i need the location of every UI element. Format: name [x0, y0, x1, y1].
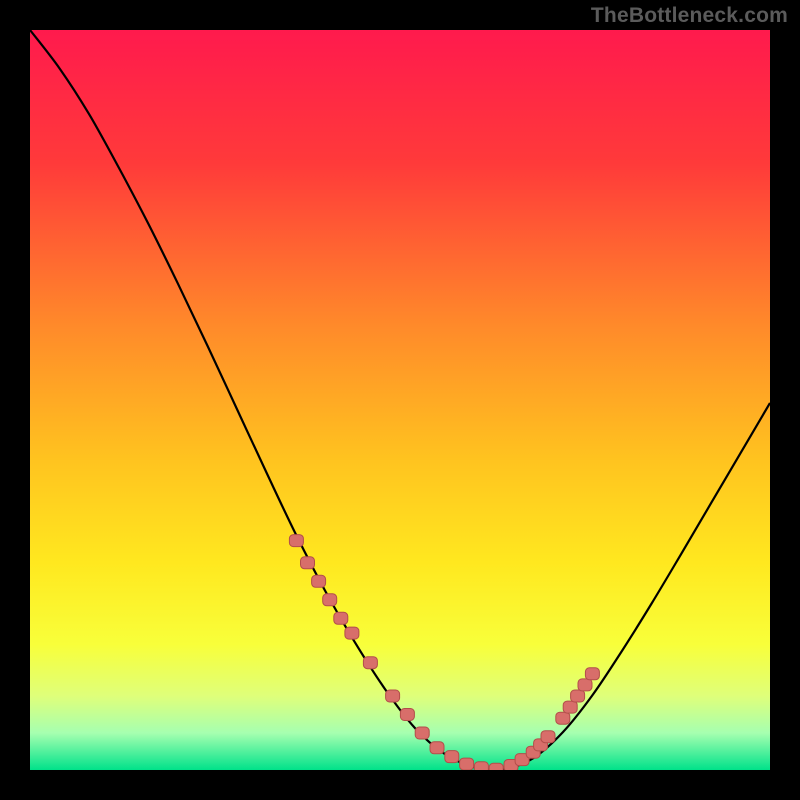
outer-frame: TheBottleneck.com [0, 0, 800, 800]
attribution-text: TheBottleneck.com [591, 4, 788, 28]
curve-marker [578, 679, 592, 691]
curve-marker [386, 690, 400, 702]
curve-marker [445, 751, 459, 763]
curve-marker [571, 690, 585, 702]
curve-marker [345, 627, 359, 639]
curve-marker [400, 709, 414, 721]
curve-marker [289, 535, 303, 547]
curve-marker [556, 712, 570, 724]
curve-marker [323, 594, 337, 606]
curve-marker [312, 575, 326, 587]
curve-marker [415, 727, 429, 739]
curve-marker [585, 668, 599, 680]
curve-marker [541, 731, 555, 743]
curve-marker [563, 701, 577, 713]
chart-svg [30, 30, 770, 770]
curve-marker [474, 762, 488, 770]
curve-marker [363, 657, 377, 669]
plot-area [30, 30, 770, 770]
curve-marker [489, 763, 503, 770]
curve-marker [460, 758, 474, 770]
curve-marker [301, 557, 315, 569]
gradient-background [30, 30, 770, 770]
curve-marker [430, 742, 444, 754]
curve-marker [334, 612, 348, 624]
